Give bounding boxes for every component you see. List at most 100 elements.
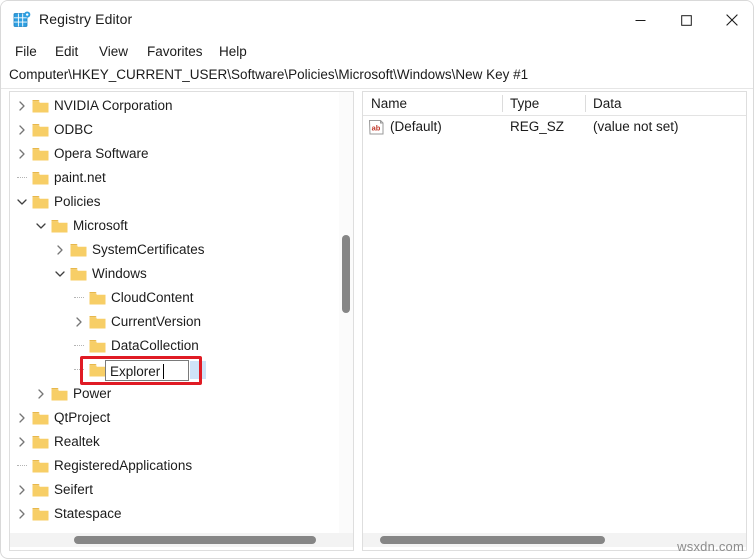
values-list-row[interactable]: ab (Default) REG_SZ (value not set) <box>363 116 746 140</box>
tree-item-realtek[interactable]: Realtek <box>10 430 339 454</box>
column-header-name[interactable]: Name <box>371 96 407 111</box>
chevron-down-icon[interactable] <box>16 196 28 208</box>
tree-item-odbc[interactable]: ODBC <box>10 118 339 142</box>
tree-connector-line <box>74 345 84 347</box>
tree-item-qtproject[interactable]: QtProject <box>10 406 339 430</box>
registry-editor-icon <box>13 11 31 29</box>
tree-item-microsoft[interactable]: Microsoft <box>10 214 339 238</box>
tree-item-power[interactable]: Power <box>10 382 339 406</box>
value-data: (value not set) <box>593 119 679 134</box>
tree-vertical-scrollbar-thumb[interactable] <box>342 235 350 313</box>
tree-item-windows[interactable]: Windows <box>10 262 339 286</box>
rename-selection-highlight <box>190 361 206 379</box>
tree-item-label: CloudContent <box>111 290 194 305</box>
tree-item-currentversion[interactable]: CurrentVersion <box>10 310 339 334</box>
close-button[interactable] <box>709 1 753 39</box>
chevron-right-icon[interactable] <box>16 412 28 424</box>
menu-item-favorites[interactable]: Favorites <box>144 42 206 61</box>
folder-icon <box>51 387 68 401</box>
menu-item-edit[interactable]: Edit <box>52 42 81 61</box>
value-type: REG_SZ <box>510 119 565 134</box>
folder-icon <box>89 315 106 329</box>
tree-item-label: Policies <box>54 194 101 209</box>
tree-connector-line <box>74 297 84 299</box>
folder-icon <box>32 459 49 473</box>
tree-connector-line <box>17 465 27 467</box>
tree-item-cloudcontent[interactable]: CloudContent <box>10 286 339 310</box>
tree-item-label: Opera Software <box>54 146 149 161</box>
tree-item-label: Realtek <box>54 434 100 449</box>
chevron-right-icon[interactable] <box>16 100 28 112</box>
column-divider-2[interactable] <box>585 95 586 112</box>
tree-item-label: ODBC <box>54 122 94 137</box>
folder-icon <box>32 531 49 532</box>
text-caret <box>163 364 164 379</box>
chevron-right-icon[interactable] <box>35 388 47 400</box>
tree-item-label: NVIDIA Corporation <box>54 98 173 113</box>
chevron-right-icon[interactable] <box>16 436 28 448</box>
tree-item-label: QtProject <box>54 410 111 425</box>
maximize-icon <box>680 14 692 26</box>
chevron-right-icon[interactable] <box>16 484 28 496</box>
rename-key-input[interactable]: Explorer <box>105 360 189 381</box>
tree-vertical-scrollbar[interactable] <box>339 92 353 533</box>
tree-item-registeredapplications[interactable]: RegisteredApplications <box>10 454 339 478</box>
chevron-right-icon[interactable] <box>73 316 85 328</box>
value-name: (Default) <box>390 119 442 134</box>
menu-item-file[interactable]: File <box>12 42 40 61</box>
tree-item-label: paint.net <box>54 170 106 185</box>
folder-icon <box>32 99 49 113</box>
tree-item-syncengines[interactable]: SyncEngines <box>10 526 339 532</box>
menu-item-help[interactable]: Help <box>216 42 250 61</box>
folder-icon <box>70 243 87 257</box>
tree-horizontal-scrollbar-thumb[interactable] <box>74 536 316 544</box>
tree-item-label: RegisteredApplications <box>54 458 193 473</box>
menu-item-view[interactable]: View <box>96 42 131 61</box>
folder-icon <box>32 483 49 497</box>
chevron-right-icon[interactable] <box>16 148 28 160</box>
tree-item-seifert[interactable]: Seifert <box>10 478 339 502</box>
svg-text:ab: ab <box>372 124 381 133</box>
folder-icon <box>70 267 87 281</box>
column-header-type[interactable]: Type <box>510 96 539 111</box>
tree-item-datacollection[interactable]: DataCollection <box>10 334 339 358</box>
values-list-header: Name Type Data <box>363 92 746 116</box>
tree-item-systemcertificates[interactable]: SystemCertificates <box>10 238 339 262</box>
rename-key-value: Explorer <box>110 364 161 379</box>
chevron-down-icon[interactable] <box>35 220 47 232</box>
tree-item-statespace[interactable]: Statespace <box>10 502 339 526</box>
folder-icon <box>32 411 49 425</box>
tree-horizontal-scrollbar[interactable] <box>10 533 353 547</box>
values-horizontal-scrollbar-thumb[interactable] <box>380 536 605 544</box>
folder-icon <box>32 507 49 521</box>
chevron-right-icon[interactable] <box>16 508 28 520</box>
watermark: wsxdn.com <box>677 539 744 554</box>
tree-item-nvidia-corporation[interactable]: NVIDIA Corporation <box>10 94 339 118</box>
column-header-data[interactable]: Data <box>593 96 622 111</box>
chevron-right-icon[interactable] <box>54 244 66 256</box>
tree-item-paint-net[interactable]: paint.net <box>10 166 339 190</box>
maximize-button[interactable] <box>663 1 709 39</box>
tree-item-label: Seifert <box>54 482 94 497</box>
chevron-right-icon[interactable] <box>16 124 28 136</box>
registry-values-pane: Name Type Data ab (Default) REG_SZ (valu… <box>362 91 747 551</box>
string-value-icon: ab <box>368 119 385 136</box>
tree-item-label: SyncEngines <box>54 529 133 532</box>
tree-item-label: CurrentVersion <box>111 314 202 329</box>
tree-item-label: Windows <box>92 266 147 281</box>
tree-item-label: SystemCertificates <box>92 242 205 257</box>
registry-key-tree-pane: NVIDIA Corporation ODBC Opera Software pain… <box>9 91 354 551</box>
chevron-down-icon[interactable] <box>54 268 66 280</box>
tree-item-label: Microsoft <box>73 218 128 233</box>
tree-item-label: Statespace <box>54 506 122 521</box>
tree-connector-line <box>17 177 27 179</box>
registry-key-tree[interactable]: NVIDIA Corporation ODBC Opera Software pain… <box>10 92 339 532</box>
address-bar[interactable]: Computer\HKEY_CURRENT_USER\Software\Poli… <box>1 63 753 89</box>
minimize-button[interactable] <box>617 1 663 39</box>
tree-item-opera-software[interactable]: Opera Software <box>10 142 339 166</box>
folder-icon <box>51 219 68 233</box>
tree-item-policies[interactable]: Policies <box>10 190 339 214</box>
folder-icon <box>89 339 106 353</box>
window-title: Registry Editor <box>39 11 133 27</box>
column-divider-1[interactable] <box>502 95 503 112</box>
